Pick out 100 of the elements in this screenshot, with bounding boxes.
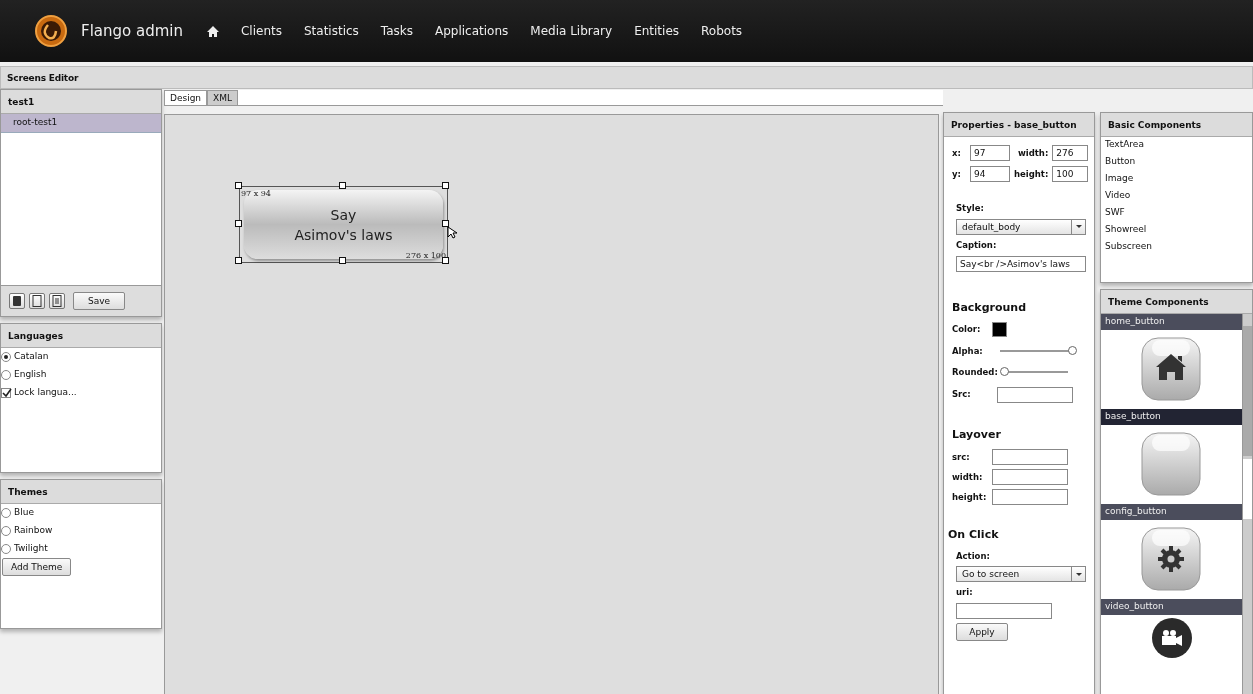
logo-icon[interactable] xyxy=(35,15,67,47)
cursor-icon xyxy=(447,226,458,239)
resize-handle[interactable] xyxy=(338,182,346,189)
component-header[interactable]: base_button xyxy=(1101,409,1242,425)
check-icon xyxy=(2,388,12,398)
field-label: width: xyxy=(1016,146,1049,160)
save-button[interactable]: Save xyxy=(73,292,125,310)
add-theme-button[interactable]: Add Theme xyxy=(2,558,72,576)
resize-handle[interactable] xyxy=(442,182,449,189)
number-field[interactable]: 276 xyxy=(1052,145,1089,161)
field-label: Rounded: xyxy=(952,365,998,379)
resize-handle[interactable] xyxy=(442,219,449,227)
tab[interactable]: XML xyxy=(207,90,239,105)
field-label: Style: xyxy=(956,202,985,215)
field-label: src: xyxy=(952,450,971,464)
nav-link[interactable]: Clients xyxy=(240,22,282,40)
color-swatch[interactable] xyxy=(992,322,1007,337)
text-field[interactable] xyxy=(992,449,1068,465)
panel-title: Languages xyxy=(1,324,161,348)
page-icon xyxy=(30,294,44,308)
slider-thumb[interactable] xyxy=(999,367,1009,377)
component-item[interactable]: Video xyxy=(1101,188,1252,205)
brand-link[interactable]: Flango admin xyxy=(81,19,183,43)
src-field[interactable] xyxy=(997,386,1073,403)
panel-title: test1 xyxy=(1,90,161,114)
field-label: Color: xyxy=(952,323,982,336)
editor-title: Screens Editor xyxy=(0,66,1253,89)
component-header[interactable]: home_button xyxy=(1101,314,1242,330)
component-item[interactable]: Button xyxy=(1101,154,1252,171)
nav-link[interactable]: Applications xyxy=(435,22,509,40)
component-header[interactable]: config_button xyxy=(1101,504,1242,520)
field-label: Action: xyxy=(956,549,991,563)
option-label: Twilight xyxy=(14,542,48,556)
radio-button[interactable] xyxy=(1,526,11,536)
tab[interactable]: Design xyxy=(164,90,208,105)
resize-handle[interactable] xyxy=(235,182,242,189)
component-item[interactable]: TextArea xyxy=(1101,137,1252,154)
option-label: Catalan xyxy=(14,350,49,364)
text-field[interactable] xyxy=(992,489,1068,505)
resize-handle[interactable] xyxy=(235,219,242,227)
option-label: Blue xyxy=(14,506,34,520)
caption-line: Say xyxy=(330,205,357,225)
nav-link[interactable]: Entities xyxy=(634,22,680,40)
resize-handle[interactable] xyxy=(442,257,449,264)
field-label: Src: xyxy=(952,388,972,401)
radio-button[interactable] xyxy=(1,370,11,380)
caret-icon xyxy=(1075,225,1082,229)
nav-link[interactable]: Robots xyxy=(701,22,743,40)
panel-title: Basic Components xyxy=(1101,113,1252,137)
field-label: x: xyxy=(952,146,962,160)
number-field[interactable]: 100 xyxy=(1052,166,1089,182)
scrollbar[interactable] xyxy=(1242,314,1252,694)
caption-field[interactable]: Say<br />Asimov's laws xyxy=(956,255,1086,272)
number-field[interactable]: 94 xyxy=(970,166,1010,182)
gear-button-icon[interactable] xyxy=(1139,525,1204,594)
field-label: height: xyxy=(952,490,988,504)
page-button[interactable] xyxy=(29,293,45,309)
resize-handle[interactable] xyxy=(338,257,346,264)
section-heading: On Click xyxy=(948,527,1000,543)
option-label: English xyxy=(14,368,47,382)
nav-link[interactable]: Tasks xyxy=(380,22,413,40)
field-label: width: xyxy=(952,470,984,484)
number-field[interactable]: 97 xyxy=(970,145,1010,161)
video-camera-icon xyxy=(1151,618,1192,658)
nav-link[interactable]: Media Library xyxy=(530,22,613,40)
action-dropdown[interactable]: Go to screen xyxy=(956,566,1086,583)
field-label: Alpha: xyxy=(952,345,984,358)
component-item[interactable]: SWF xyxy=(1101,205,1252,222)
document-button[interactable] xyxy=(49,293,65,309)
section-heading: Background xyxy=(952,299,1028,316)
tree-item[interactable]: root-test1 xyxy=(1,114,161,133)
slider-thumb[interactable] xyxy=(1068,346,1077,356)
document-icon xyxy=(50,294,64,308)
house-button-icon[interactable] xyxy=(1139,335,1204,404)
style-dropdown[interactable]: default_body xyxy=(956,218,1086,235)
component-item[interactable]: Image xyxy=(1101,171,1252,188)
position-label: 97 x 94 xyxy=(241,188,271,200)
radio-button[interactable] xyxy=(1,544,11,554)
delete-button[interactable] xyxy=(9,293,25,309)
panel-title: Properties - base_button xyxy=(944,113,1094,137)
home-icon xyxy=(206,25,219,37)
component-item[interactable]: Subscreen xyxy=(1101,239,1252,256)
radio-button[interactable] xyxy=(1,352,11,362)
caret-icon xyxy=(1075,572,1082,576)
component-header[interactable]: video_button xyxy=(1101,599,1242,615)
resize-handle[interactable] xyxy=(235,257,242,264)
radio-button[interactable] xyxy=(1,508,11,518)
home-link[interactable] xyxy=(206,25,219,37)
apply-button[interactable]: Apply xyxy=(956,623,1008,641)
text-field[interactable] xyxy=(992,469,1068,485)
uri-field[interactable] xyxy=(956,603,1052,619)
field-label: uri: xyxy=(956,586,974,599)
section-heading: Layover xyxy=(952,426,1002,443)
field-label: Caption: xyxy=(956,238,998,252)
component-item[interactable]: Showreel xyxy=(1101,222,1252,239)
option-label: Lock langua... xyxy=(14,386,77,400)
nav-link[interactable]: Statistics xyxy=(303,22,359,40)
caption-line: Asimov's laws xyxy=(294,225,393,245)
checkbox[interactable] xyxy=(1,388,11,398)
field-label: y: xyxy=(952,167,962,181)
